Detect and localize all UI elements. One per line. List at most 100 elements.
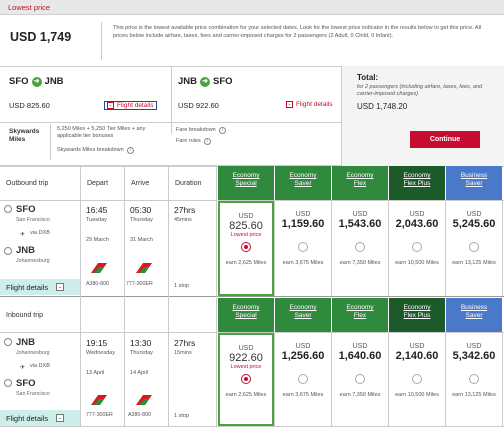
- divider: [168, 166, 169, 426]
- emirates-tail-icon: [91, 263, 107, 273]
- arrive-header: Arrive: [131, 179, 150, 187]
- inbound-arrive-date: 14 April: [130, 370, 149, 376]
- fare-radio[interactable]: [241, 242, 251, 252]
- divider: [80, 166, 81, 426]
- total-amount: USD 1,748.20: [357, 102, 408, 111]
- fare-type-header-inbound[interactable]: Economy Flex Plus: [389, 298, 445, 332]
- outbound-aircraft-1: A380-800: [86, 281, 109, 287]
- fare-radio[interactable]: [241, 374, 251, 384]
- inbound-fare-cell[interactable]: USD 2,140.60 earn 10,500 Miles: [389, 333, 445, 426]
- outbound-arrive-time: 05:30: [130, 205, 152, 215]
- outbound-fare-cell[interactable]: USD 1,159.60 earn 3,675 Miles: [275, 201, 331, 296]
- fare-currency: USD: [238, 345, 254, 352]
- fare-miles: earn 3,675 Miles: [282, 392, 324, 398]
- fare-type-name: Economy: [403, 172, 431, 179]
- inbound-fare-cell[interactable]: USD 1,640.60 earn 7,350 Miles: [332, 333, 388, 426]
- arrow-right-icon: ➜: [200, 76, 211, 87]
- continue-button[interactable]: Continue: [410, 131, 480, 148]
- inbound-depart-time: 19:15: [86, 338, 108, 348]
- outbound-from-city: San Francisco: [16, 217, 50, 223]
- inbound-flight-details-link[interactable]: ⌄ Flight details: [286, 101, 333, 108]
- fare-breakdown-link[interactable]: Fare breakdown i: [176, 127, 226, 134]
- outbound-flight-details-button[interactable]: Flight details ⌄: [0, 279, 80, 295]
- fare-type-name: Business: [460, 304, 488, 311]
- fare-radio[interactable]: [355, 242, 365, 252]
- fare-radio[interactable]: [469, 242, 479, 252]
- fare-type-header-inbound[interactable]: Economy Special: [218, 298, 274, 332]
- inbound-trip-header: Inbound trip: [6, 311, 43, 319]
- total-label: Total:: [357, 73, 379, 82]
- fare-price: 5,342.60: [452, 350, 496, 362]
- inbound-to-city: San Francisco: [16, 391, 50, 397]
- outbound-price: USD 825.60: [9, 101, 50, 110]
- divider: [101, 22, 102, 60]
- fare-radio[interactable]: [469, 374, 479, 384]
- fare-currency: USD: [352, 211, 368, 218]
- fare-type-name: Economy: [232, 304, 260, 311]
- fare-currency: USD: [238, 213, 254, 220]
- fare-type-header-inbound[interactable]: Economy Saver: [275, 298, 331, 332]
- inbound-from-code: JNB: [16, 337, 36, 348]
- fare-miles: earn 13,125 Miles: [452, 392, 496, 398]
- fare-radio[interactable]: [298, 242, 308, 252]
- outbound-fare-cell[interactable]: USD 825.60 Lowest price earn 2,625 Miles: [218, 201, 274, 296]
- outbound-fare-cell[interactable]: USD 5,245.60 earn 13,125 Miles: [446, 201, 502, 296]
- chevron-down-icon: ⌄: [56, 414, 65, 422]
- fare-radio[interactable]: [412, 374, 422, 384]
- inbound-flight-details-button[interactable]: Flight details ⌄: [0, 410, 80, 426]
- fare-type-header-outbound[interactable]: Economy Special: [218, 166, 274, 200]
- outbound-arrive-day: Thursday: [130, 217, 153, 223]
- fare-type-header-outbound[interactable]: Business Saver: [446, 166, 502, 200]
- fare-type-subname: Saver: [465, 180, 483, 187]
- fare-type-header-inbound[interactable]: Business Saver: [446, 298, 502, 332]
- fare-type-name: Economy: [346, 304, 374, 311]
- fare-price: 2,043.60: [395, 218, 439, 230]
- info-icon: i: [203, 138, 211, 145]
- inbound-duration-mins: 15mins: [174, 350, 192, 356]
- fare-price: 1,640.60: [338, 350, 382, 362]
- emirates-tail-icon: [136, 263, 152, 273]
- inbound-fare-cell[interactable]: USD 5,342.60 earn 13,125 Miles: [446, 333, 502, 426]
- fare-radio[interactable]: [355, 374, 365, 384]
- divider: [0, 122, 341, 123]
- fare-rules-label: Fare rules: [176, 138, 201, 144]
- fare-price: 922.60: [229, 352, 263, 364]
- fare-type-header-inbound[interactable]: Economy Flex: [332, 298, 388, 332]
- fare-miles: earn 13,125 Miles: [452, 260, 496, 266]
- outbound-fare-cell[interactable]: USD 1,543.60 earn 7,350 Miles: [332, 201, 388, 296]
- fare-miles: earn 3,675 Miles: [282, 260, 324, 266]
- plane-icon: ✈: [20, 232, 26, 238]
- inbound-aircraft-1: 777-300ER: [86, 412, 113, 418]
- fare-currency: USD: [295, 211, 311, 218]
- plane-icon: ✈: [20, 365, 26, 371]
- flight-details-label: Flight details: [117, 102, 154, 109]
- divider: [124, 166, 125, 426]
- origin-dot-icon: [4, 338, 12, 346]
- skywards-text: 5,250 Miles + 5,250 Tier Miles + any app…: [57, 126, 146, 139]
- lowest-price-bar: Lowest price: [0, 0, 504, 15]
- fare-price: 825.60: [229, 220, 263, 232]
- info-icon: i: [126, 147, 134, 154]
- fare-price: 1,159.60: [281, 218, 325, 230]
- fare-type-header-outbound[interactable]: Economy Flex: [332, 166, 388, 200]
- outbound-flight-details-link[interactable]: ⌄ Flight details: [104, 101, 157, 110]
- fare-type-header-outbound[interactable]: Economy Flex Plus: [389, 166, 445, 200]
- inbound-fare-cell[interactable]: USD 922.60 Lowest price earn 2,625 Miles: [218, 333, 274, 426]
- outbound-depart-time: 16:45: [86, 205, 108, 215]
- fare-radio[interactable]: [412, 242, 422, 252]
- outbound-fare-cell[interactable]: USD 2,043.60 earn 10,500 Miles: [389, 201, 445, 296]
- fare-rules-link[interactable]: Fare rules i: [176, 138, 211, 145]
- outbound-origin: SFO: [9, 76, 29, 87]
- skywards-breakdown-link[interactable]: Skywards Miles breakdown i: [57, 147, 134, 154]
- inbound-fare-cell[interactable]: USD 1,256.60 earn 3,675 Miles: [275, 333, 331, 426]
- divider: [0, 426, 504, 427]
- inbound-to-code: SFO: [16, 378, 36, 389]
- fare-miles: earn 2,625 Miles: [225, 260, 267, 266]
- outbound-arrive-date: 31 March: [130, 237, 153, 243]
- fare-radio[interactable]: [298, 374, 308, 384]
- inbound-from-city: Johannesburg: [16, 350, 50, 356]
- divider: [502, 333, 503, 426]
- fare-miles: earn 10,500 Miles: [395, 392, 439, 398]
- inbound-origin: JNB: [178, 76, 198, 87]
- fare-type-header-outbound[interactable]: Economy Saver: [275, 166, 331, 200]
